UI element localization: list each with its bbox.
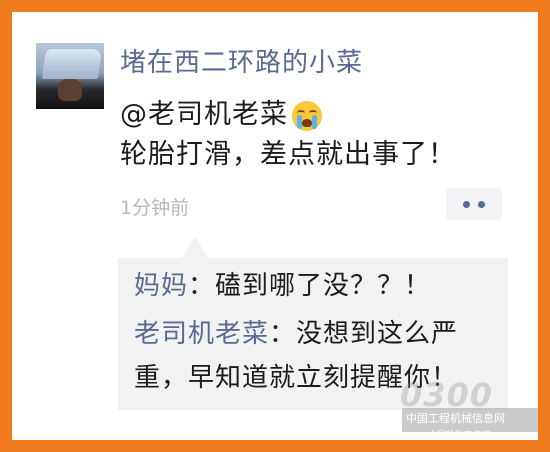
comment-author[interactable]: 妈妈 xyxy=(134,271,188,301)
comment-item[interactable]: 妈妈：磕到哪了没？？！ xyxy=(134,264,431,308)
comment-author[interactable]: 老司机老菜 xyxy=(134,319,269,349)
crying-face-icon xyxy=(292,100,322,131)
watermark-text-secondary: 中国轮胎商务网 xyxy=(428,431,492,441)
post-text: 轮胎打滑，差点就出事了！ xyxy=(120,139,456,170)
post-mention[interactable]: @老司机老菜 xyxy=(120,99,288,130)
driver-hand-image xyxy=(58,79,82,101)
post-content: @老司机老菜 轮胎打滑，差点就出事了！ xyxy=(120,95,456,175)
more-dot-icon xyxy=(478,201,485,208)
comment-separator: ： xyxy=(269,319,297,349)
post-username[interactable]: 堵在西二环路的小菜 xyxy=(120,42,363,79)
car-window-image xyxy=(41,49,103,79)
avatar[interactable] xyxy=(36,43,104,109)
post-first-line: @老司机老菜 xyxy=(120,95,456,135)
comment-text: 磕到哪了没？？！ xyxy=(215,271,432,301)
watermark-text-primary: 中国工程机械信息网 xyxy=(406,412,505,425)
post-timestamp: 1分钟前 xyxy=(120,197,190,219)
more-dot-icon xyxy=(463,201,470,208)
comment-separator: ： xyxy=(188,271,216,301)
more-actions-button[interactable] xyxy=(446,188,502,220)
